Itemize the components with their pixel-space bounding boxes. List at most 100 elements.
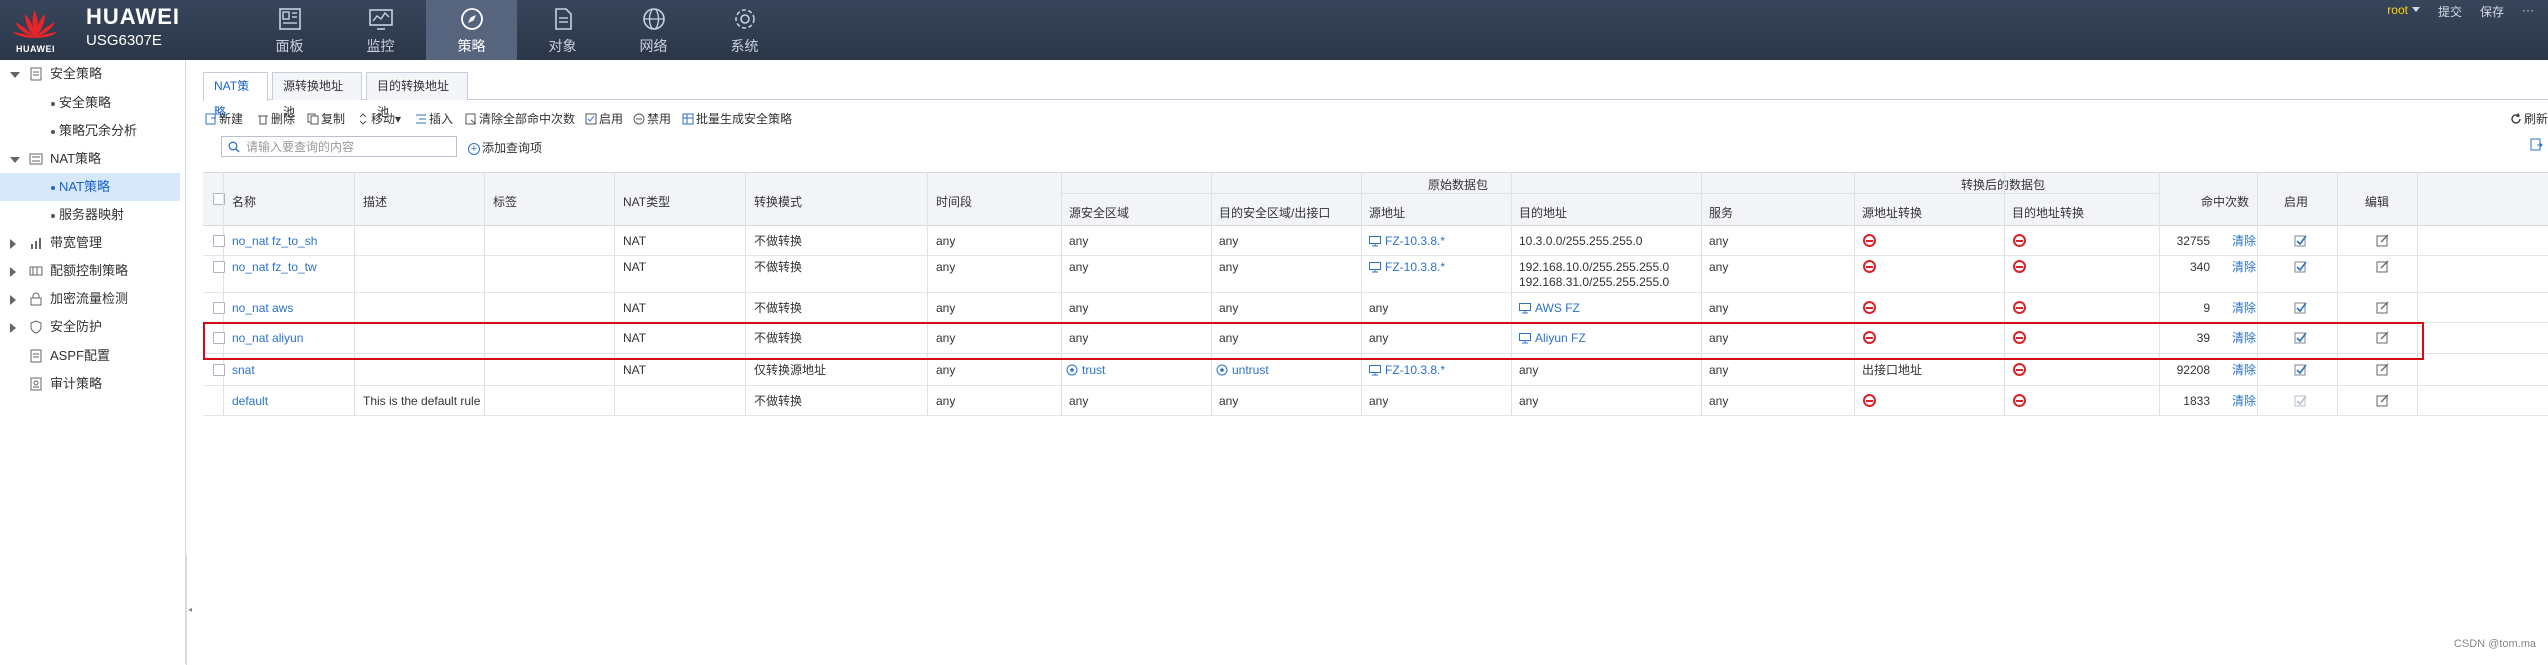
rule-name-link[interactable]: no_nat fz_to_sh xyxy=(232,234,317,249)
source-address-link[interactable]: FZ-10.3.8.* xyxy=(1369,260,1445,275)
row-checkbox[interactable] xyxy=(213,332,225,344)
disable-button[interactable]: 禁用 xyxy=(633,109,671,129)
source-address-link[interactable]: FZ-10.3.8.* xyxy=(1369,234,1445,249)
refresh-button[interactable]: 刷新 xyxy=(2510,109,2548,129)
expand-arrow-icon[interactable] xyxy=(10,295,16,305)
sidebar-item-security-policy[interactable]: 安全策略 xyxy=(0,89,185,117)
sidebar-item-security-policy-group[interactable]: 安全策略 xyxy=(0,60,185,88)
col-service[interactable]: 服务 xyxy=(1709,204,1733,221)
clear-hits-link[interactable]: 清除 xyxy=(2232,301,2256,316)
clear-hits-link[interactable]: 清除 xyxy=(2232,394,2256,409)
enable-checkbox[interactable] xyxy=(2294,363,2308,380)
edit-button[interactable] xyxy=(2376,234,2389,250)
search-input[interactable] xyxy=(246,139,451,154)
sidebar-item-protection[interactable]: 安全防护 xyxy=(0,313,185,341)
insert-button[interactable]: 插入 xyxy=(415,109,453,129)
edit-button[interactable] xyxy=(2376,394,2389,410)
col-desc[interactable]: 描述 xyxy=(363,193,387,210)
destination-zone-link[interactable]: untrust xyxy=(1216,363,1269,378)
expand-arrow-icon[interactable] xyxy=(10,267,16,277)
copy-button[interactable]: 复制 xyxy=(307,109,345,129)
sidebar-item-encrypted-traffic[interactable]: 加密流量检测 xyxy=(0,285,185,313)
col-edit[interactable]: 编辑 xyxy=(2365,193,2389,210)
sidebar-item-quota[interactable]: 配额控制策略 xyxy=(0,257,185,285)
destination-address-link[interactable]: Aliyun FZ xyxy=(1519,331,1586,346)
rule-name-link[interactable]: snat xyxy=(232,363,255,378)
edit-button[interactable] xyxy=(2376,260,2389,276)
nav-policy[interactable]: 策略 xyxy=(426,0,517,60)
col-name[interactable]: 名称 xyxy=(232,193,256,210)
tab-nat-policy[interactable]: NAT策略 xyxy=(203,72,268,119)
col-nat-type[interactable]: NAT类型 xyxy=(623,193,670,210)
batch-generate-button[interactable]: 批量生成安全策略 xyxy=(682,109,792,129)
rule-name-link[interactable]: no_nat fz_to_tw xyxy=(232,260,317,275)
col-time[interactable]: 时间段 xyxy=(936,193,972,210)
edit-button[interactable] xyxy=(2376,363,2389,379)
add-query-button[interactable]: + 添加查询项 xyxy=(468,139,542,156)
row-checkbox[interactable] xyxy=(213,302,225,314)
row-checkbox[interactable] xyxy=(213,261,225,273)
col-src-trans[interactable]: 源地址转换 xyxy=(1862,204,1922,221)
new-button[interactable]: 新建 xyxy=(205,109,243,129)
row-checkbox[interactable] xyxy=(213,364,225,376)
edit-button[interactable] xyxy=(2376,301,2389,317)
col-dst-zone[interactable]: 目的安全区域/出接口 xyxy=(1219,204,1330,221)
col-dst-addr[interactable]: 目的地址 xyxy=(1519,204,1567,221)
col-mode[interactable]: 转换模式 xyxy=(754,193,802,210)
sidebar-item-bandwidth[interactable]: 带宽管理 xyxy=(0,229,185,257)
col-dst-trans[interactable]: 目的地址转换 xyxy=(2012,204,2084,221)
enable-checkbox[interactable] xyxy=(2294,234,2308,251)
nav-dashboard[interactable]: 面板 xyxy=(244,0,335,60)
expand-arrow-icon[interactable] xyxy=(10,323,16,333)
rule-name-link[interactable]: default xyxy=(232,394,268,409)
move-button[interactable]: 移动▾ xyxy=(357,109,401,129)
row-checkbox[interactable] xyxy=(213,235,225,247)
edit-button[interactable] xyxy=(2376,331,2389,347)
clear-hits-link[interactable]: 清除 xyxy=(2232,363,2256,378)
sidebar-item-aspf[interactable]: ASPF配置 xyxy=(0,342,185,370)
nav-network[interactable]: 网络 xyxy=(608,0,699,60)
no-translation-icon xyxy=(1863,331,1876,344)
clear-hits-link[interactable]: 清除 xyxy=(2232,234,2256,249)
enable-checkbox[interactable] xyxy=(2294,331,2308,348)
col-src-addr[interactable]: 源地址 xyxy=(1369,204,1405,221)
enable-checkbox[interactable] xyxy=(2294,301,2308,318)
save-button[interactable]: 保存 xyxy=(2480,3,2504,20)
sidebar-item-audit[interactable]: 审计策略 xyxy=(0,370,185,398)
col-hits[interactable]: 命中次数 xyxy=(2201,193,2249,210)
sidebar-item-redundancy-analysis[interactable]: 策略冗余分析 xyxy=(0,117,185,145)
search-box[interactable] xyxy=(221,136,457,157)
expand-arrow-icon[interactable] xyxy=(10,72,20,78)
source-address-link[interactable]: FZ-10.3.8.* xyxy=(1369,363,1445,378)
expand-arrow-icon[interactable] xyxy=(10,239,16,249)
clear-hits-button[interactable]: 清除全部命中次数 xyxy=(465,109,575,129)
expand-arrow-icon[interactable] xyxy=(10,157,20,163)
rule-name-link[interactable]: no_nat aliyun xyxy=(232,331,303,346)
col-src-zone[interactable]: 源安全区域 xyxy=(1069,204,1129,221)
clear-hits-link[interactable]: 清除 xyxy=(2232,260,2256,275)
source-zone-link[interactable]: trust xyxy=(1066,363,1105,378)
submit-button[interactable]: 提交 xyxy=(2438,3,2462,20)
export-icon[interactable] xyxy=(2530,138,2543,151)
clear-hits-link[interactable]: 清除 xyxy=(2232,331,2256,346)
sidebar-item-nat-policy-group[interactable]: NAT策略 xyxy=(0,145,185,173)
tab-destination-pool[interactable]: 目的转换地址池 xyxy=(366,72,468,119)
destination-address-link[interactable]: AWS FZ xyxy=(1519,301,1580,316)
more-menu[interactable]: ··· xyxy=(2522,3,2534,20)
rule-name-link[interactable]: no_nat aws xyxy=(232,301,293,316)
table-row: snat NAT 仅转换源地址 any trust untrust FZ-10.3.8.* a… xyxy=(203,354,2548,386)
delete-button[interactable]: 删除 xyxy=(257,109,295,129)
sidebar-item-nat-policy[interactable]: NAT策略 xyxy=(0,173,180,201)
tab-source-pool[interactable]: 源转换地址池 xyxy=(272,72,362,119)
nav-object[interactable]: 对象 xyxy=(517,0,608,60)
col-tag[interactable]: 标签 xyxy=(493,193,517,210)
enable-button[interactable]: 启用 xyxy=(585,109,623,129)
sidebar-item-server-mapping[interactable]: 服务器映射 xyxy=(0,201,185,229)
nav-monitor[interactable]: 监控 xyxy=(335,0,426,60)
enable-checkbox[interactable] xyxy=(2294,260,2308,277)
collapse-grip-icon[interactable]: ◂ xyxy=(188,605,192,614)
nav-system[interactable]: 系统 xyxy=(699,0,790,60)
col-enable[interactable]: 启用 xyxy=(2284,193,2308,210)
user-menu[interactable]: root xyxy=(2387,3,2420,20)
sidebar-splitter[interactable]: ◂ xyxy=(186,555,192,665)
